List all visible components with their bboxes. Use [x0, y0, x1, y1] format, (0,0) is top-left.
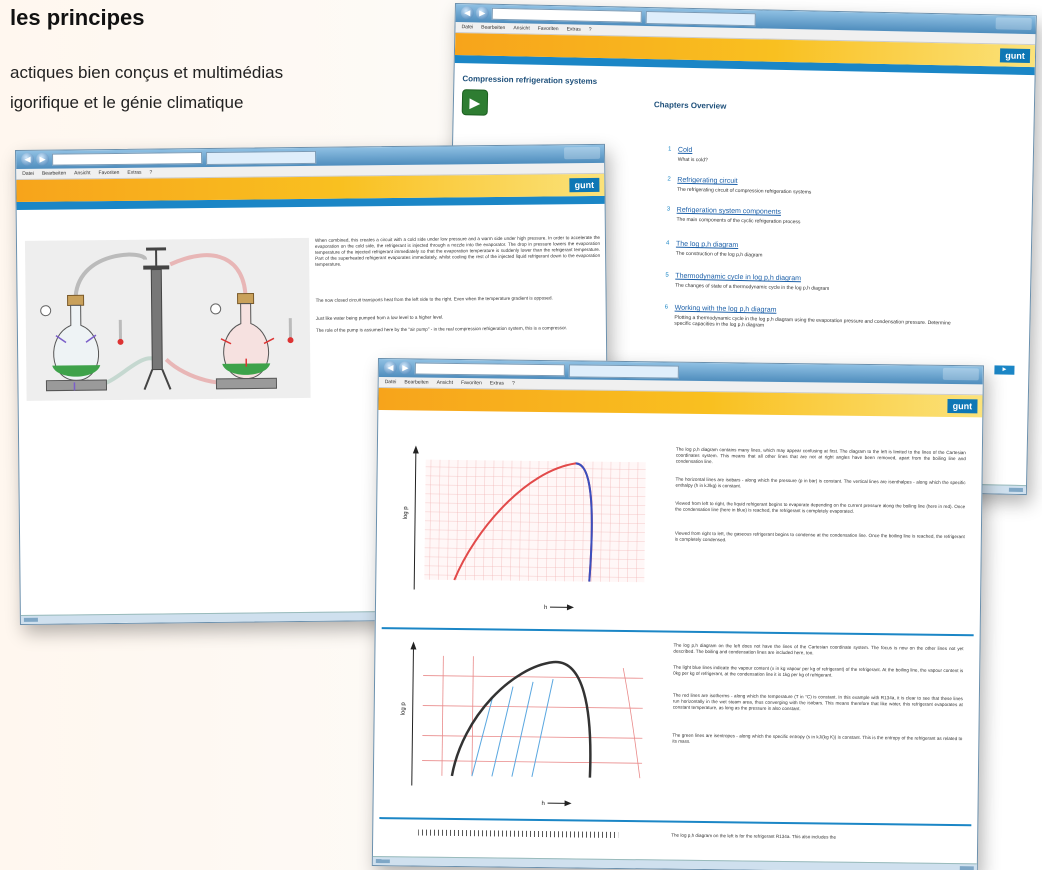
- menu-item-help[interactable]: ?: [512, 381, 515, 387]
- content-paragraph: The now closed circuit transports heat f…: [315, 295, 553, 303]
- window-controls[interactable]: [564, 146, 601, 160]
- y-axis-label: log p: [403, 506, 409, 520]
- chapter-number: 2: [667, 176, 671, 183]
- content-paragraph: The green lines are isentropes - along w…: [672, 732, 963, 744]
- x-axis-label: h: [544, 605, 547, 611]
- chapter-number: 6: [664, 304, 669, 311]
- content-paragraph: Viewed from left to right, the liquid re…: [675, 500, 966, 514]
- window-controls[interactable]: [942, 367, 979, 381]
- chapter-number: 3: [666, 206, 671, 213]
- log-ph-diagram-cartesian: log p h: [383, 439, 656, 618]
- content-paragraph: The horizontal lines are isobars - along…: [675, 476, 966, 489]
- menu-item-bearbeiten[interactable]: Bearbeiten: [42, 170, 66, 176]
- browser-tab[interactable]: [568, 364, 679, 379]
- chapter-description: The construction of the log p,h diagram: [675, 250, 763, 259]
- menu-item-extras[interactable]: Extras: [490, 380, 504, 386]
- chapter-item[interactable]: 5 Thermodynamic cycle in log p,h diagram…: [665, 272, 965, 291]
- content-paragraph: The log p,h diagram on the left is for t…: [671, 832, 837, 840]
- content-paragraph: The red lines are isotherms - along whic…: [672, 692, 963, 712]
- chapter-item[interactable]: 6 Working with the log p,h diagram Plott…: [664, 304, 965, 328]
- content-paragraph: When combined, this creates a circuit wi…: [314, 234, 601, 267]
- chapter-description: The refrigerating circuit of compression…: [677, 186, 812, 196]
- menu-item-ansicht[interactable]: Ansicht: [74, 170, 90, 176]
- diagram-scale-strip: [418, 829, 619, 838]
- browser-tab[interactable]: [645, 10, 756, 27]
- gunt-logo: gunt: [569, 177, 600, 193]
- chapter-link[interactable]: Cold: [678, 147, 693, 154]
- menu-item-help[interactable]: ?: [589, 27, 592, 33]
- content-paragraph: Just like water being pumped from a low …: [315, 314, 444, 321]
- content-paragraph: The light blue lines indicate the vapour…: [673, 664, 964, 678]
- address-bar[interactable]: [414, 362, 565, 377]
- address-bar[interactable]: [52, 152, 203, 166]
- chapter-description: The changes of state of a thermodynamic …: [675, 282, 830, 292]
- forward-button-icon[interactable]: ▶: [36, 152, 50, 166]
- menu-item-favoriten[interactable]: Favoriten: [461, 380, 482, 386]
- menu-item-ansicht[interactable]: Ansicht: [513, 25, 530, 31]
- back-button-icon[interactable]: ◀: [460, 6, 474, 20]
- menu-item-bearbeiten[interactable]: Bearbeiten: [481, 25, 505, 32]
- brochure-heading: les principes: [10, 5, 145, 30]
- menu-item-datei[interactable]: Datei: [461, 24, 473, 30]
- chapter-item[interactable]: 4 The log p,h diagram The construction o…: [665, 240, 966, 258]
- chapter-item[interactable]: 2 Refrigerating circuit The refrigeratin…: [667, 176, 967, 195]
- menu-item-bearbeiten[interactable]: Bearbeiten: [404, 379, 428, 385]
- chapter-link[interactable]: Refrigeration system components: [677, 207, 781, 216]
- back-button-icon[interactable]: ◀: [21, 152, 35, 166]
- content-paragraph: The role of the pump is assumed here by …: [315, 325, 568, 333]
- section-divider: [381, 627, 974, 637]
- next-button[interactable]: ▶: [994, 365, 1015, 375]
- play-button-icon[interactable]: ▶: [461, 89, 489, 116]
- x-axis-label: h: [542, 801, 545, 807]
- browser-tab[interactable]: [206, 150, 317, 165]
- menu-item-extras[interactable]: Extras: [567, 26, 581, 32]
- document-title: Compression refrigeration systems: [462, 74, 598, 86]
- menu-item-favoriten[interactable]: Favoriten: [98, 170, 119, 176]
- chapter-link[interactable]: Working with the log p,h diagram: [675, 305, 777, 314]
- content-paragraph: The log p,h diagram on the left does not…: [673, 642, 964, 656]
- log-ph-diagram-lines: log p h: [381, 635, 654, 814]
- chapter-item[interactable]: 1 Cold What is cold?: [667, 146, 968, 163]
- menu-item-ansicht[interactable]: Ansicht: [437, 380, 453, 386]
- gunt-logo: gunt: [947, 398, 978, 414]
- brochure-header: les principes actiques bien conçus et mu…: [0, 0, 460, 150]
- chapter-description: What is cold?: [677, 156, 708, 164]
- forward-button-icon[interactable]: ▶: [398, 361, 412, 375]
- chapter-number: 5: [665, 272, 669, 279]
- gunt-logo: gunt: [999, 48, 1031, 64]
- forward-button-icon[interactable]: ▶: [475, 6, 489, 20]
- menu-item-datei[interactable]: Datei: [22, 171, 34, 177]
- chapter-link[interactable]: Thermodynamic cycle in log p,h diagram: [675, 273, 801, 283]
- chapter-link[interactable]: Refrigerating circuit: [677, 177, 737, 185]
- chapters-overview-title: Chapters Overview: [653, 100, 727, 111]
- menu-item-datei[interactable]: Datei: [385, 379, 397, 385]
- section-divider: [379, 817, 972, 827]
- address-bar[interactable]: [491, 7, 642, 23]
- back-button-icon[interactable]: ◀: [383, 361, 397, 375]
- content-paragraph: The log p,h diagram contains many lines,…: [675, 446, 966, 465]
- chapter-item[interactable]: 3 Refrigeration system components The ma…: [666, 206, 967, 225]
- window-controls[interactable]: [995, 17, 1032, 31]
- status-bar: [372, 855, 977, 870]
- chapter-link[interactable]: The log p,h diagram: [676, 241, 738, 249]
- content-paragraph: Viewed from right to left, the gaseous r…: [674, 530, 965, 543]
- refrigeration-circuit-illustration: [24, 237, 311, 401]
- chapter-number: 4: [665, 240, 670, 247]
- chapter-number: 1: [667, 146, 672, 153]
- browser-window-diagram: ◀ ▶ Datei Bearbeiten Ansicht Favoriten Extra…: [371, 358, 984, 870]
- menu-item-extras[interactable]: Extras: [127, 170, 141, 176]
- chapter-description: The main components of the cyclic refrig…: [676, 216, 801, 226]
- chapter-description: Plotting a thermodynamic cycle in the lo…: [674, 314, 951, 329]
- y-axis-label: log p: [401, 702, 407, 716]
- menu-item-favoriten[interactable]: Favoriten: [538, 26, 559, 32]
- brochure-line-1: actiques bien conçus et multimédias: [10, 63, 284, 82]
- brochure-line-2: igorifique et le génie climatique: [10, 93, 244, 112]
- menu-item-help[interactable]: ?: [150, 170, 153, 176]
